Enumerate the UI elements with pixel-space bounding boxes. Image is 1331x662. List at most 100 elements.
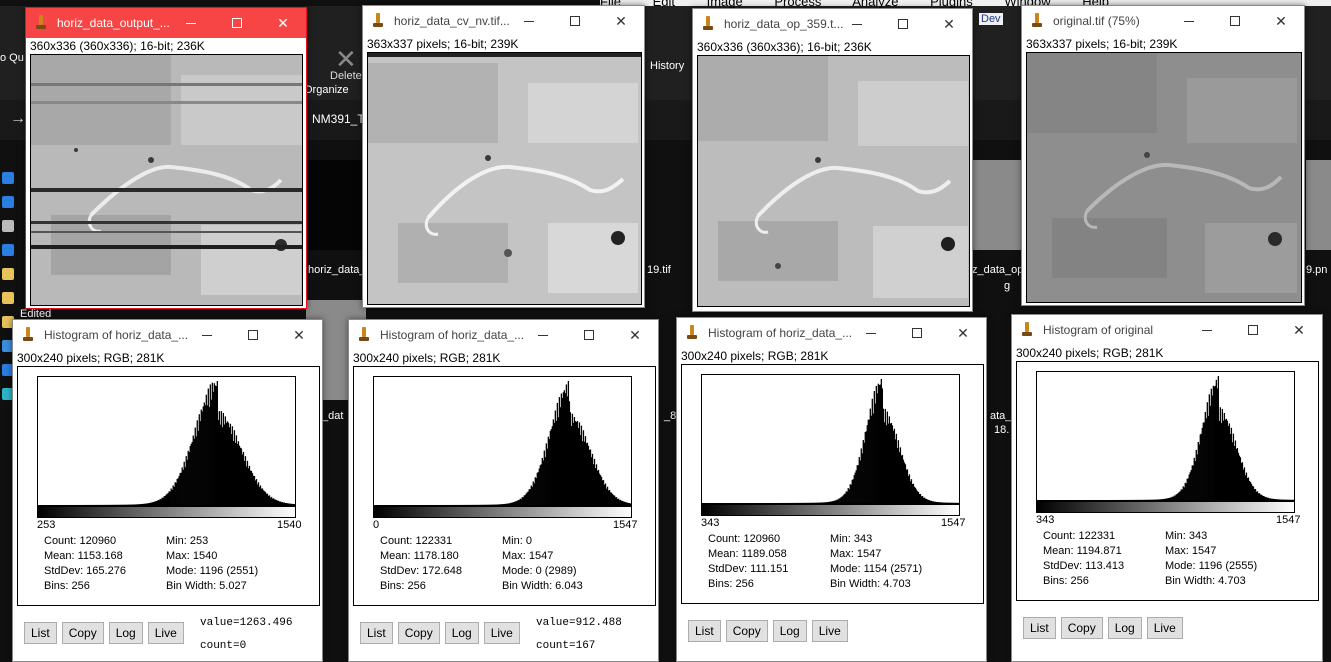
folder-icon[interactable] xyxy=(2,268,14,280)
window-titlebar[interactable]: Histogram of horiz_data_... ✕ xyxy=(677,318,986,348)
folder-icon[interactable] xyxy=(2,292,14,304)
live-button[interactable]: Live xyxy=(147,622,184,644)
file-label[interactable]: _8 xyxy=(664,410,676,422)
maximize-button[interactable] xyxy=(230,320,276,350)
minimize-button[interactable] xyxy=(848,318,894,348)
log-button[interactable]: Log xyxy=(772,620,807,642)
close-button[interactable]: ✕ xyxy=(612,320,658,350)
maximize-button[interactable] xyxy=(880,9,926,39)
close-button[interactable]: ✕ xyxy=(926,9,972,39)
close-button[interactable]: ✕ xyxy=(598,6,644,36)
live-button[interactable]: Live xyxy=(483,622,520,644)
window-titlebar[interactable]: original.tif (75%) ✕ xyxy=(1022,6,1304,36)
histogram-plot[interactable] xyxy=(701,374,960,504)
log-button[interactable]: Log xyxy=(1107,617,1142,639)
file-label[interactable]: 18. xyxy=(994,424,1009,436)
file-thumbnail[interactable] xyxy=(1306,160,1331,250)
window-titlebar[interactable]: horiz_data_cv_nv.tif... ✕ xyxy=(363,6,644,36)
forward-arrow-icon[interactable]: → xyxy=(10,110,26,128)
minimize-button[interactable] xyxy=(834,9,880,39)
minimize-button[interactable] xyxy=(1166,6,1212,36)
stat-mean: Mean: 1189.058 xyxy=(708,548,787,560)
menu-edit[interactable]: Edit xyxy=(653,0,675,9)
window-titlebar[interactable]: Histogram of horiz_data_... ✕ xyxy=(349,320,658,350)
image-window[interactable]: horiz_data_cv_nv.tif... ✕ 363x337 pixels… xyxy=(362,5,645,308)
delete-button[interactable]: ✕ Delete xyxy=(330,46,362,82)
address-path[interactable]: NM391_T xyxy=(312,112,365,126)
log-button[interactable]: Log xyxy=(444,622,479,644)
copy-button[interactable]: Copy xyxy=(397,622,440,644)
document-icon[interactable] xyxy=(2,220,14,232)
maximize-button[interactable] xyxy=(552,6,598,36)
list-button[interactable]: List xyxy=(360,622,393,644)
copy-button[interactable]: Copy xyxy=(1060,617,1103,639)
folder-icon[interactable] xyxy=(2,172,14,184)
dev-button[interactable]: Dev xyxy=(979,13,1003,25)
stat-count: Count: 120960 xyxy=(708,533,781,545)
maximize-button[interactable] xyxy=(1212,6,1258,36)
file-label[interactable]: ata_ xyxy=(990,410,1011,422)
maximize-button[interactable] xyxy=(214,8,260,38)
histogram-window[interactable]: Histogram of horiz_data_... ✕ 300x240 pi… xyxy=(676,317,987,662)
window-title: Histogram of original xyxy=(1043,323,1154,337)
download-icon[interactable] xyxy=(2,196,14,208)
file-thumbnail[interactable] xyxy=(306,160,366,250)
histogram-bars-group xyxy=(46,381,295,505)
file-label[interactable]: _dat xyxy=(322,410,343,422)
maximize-button[interactable] xyxy=(566,320,612,350)
image-window[interactable]: original.tif (75%) ✕ 363x337 pixels; 16-… xyxy=(1021,5,1305,306)
history-button[interactable]: History xyxy=(650,60,684,72)
close-button[interactable]: ✕ xyxy=(1258,6,1304,36)
window-title: horiz_data_cv_nv.tif... xyxy=(394,14,510,28)
file-label[interactable]: 19.tif xyxy=(647,264,671,276)
window-titlebar[interactable]: horiz_data_op_359.t... ✕ xyxy=(693,9,972,39)
file-thumbnail[interactable] xyxy=(972,160,1022,250)
list-button[interactable]: List xyxy=(24,622,57,644)
image-canvas[interactable] xyxy=(1026,52,1302,303)
file-label[interactable]: 9.pn xyxy=(1306,264,1327,276)
histogram-plot[interactable] xyxy=(373,376,632,506)
window-titlebar[interactable]: horiz_data_output_... ✕ xyxy=(26,8,306,38)
image-canvas[interactable] xyxy=(30,54,303,306)
log-button[interactable]: Log xyxy=(108,622,143,644)
histogram-plot[interactable] xyxy=(37,376,296,506)
live-button[interactable]: Live xyxy=(811,620,848,642)
list-button[interactable]: List xyxy=(1023,617,1056,639)
histogram-buttons: List Copy Log Live xyxy=(360,622,520,644)
copy-button[interactable]: Copy xyxy=(61,622,104,644)
image-canvas[interactable] xyxy=(367,52,642,305)
minimize-button[interactable] xyxy=(1184,315,1230,345)
window-title: original.tif (75%) xyxy=(1053,14,1140,28)
maximize-button[interactable] xyxy=(894,318,940,348)
window-title: Histogram of horiz_data_... xyxy=(380,328,525,342)
maximize-button[interactable] xyxy=(1230,315,1276,345)
histogram-plot[interactable] xyxy=(1036,371,1295,501)
image-window[interactable]: horiz_data_output_... ✕ 360x336 (360x336… xyxy=(25,7,307,309)
stat-bin-width: Bin Width: 4.703 xyxy=(1165,575,1246,587)
file-label[interactable]: horiz_data_ xyxy=(308,264,366,276)
stat-mode: Mode: 0 (2989) xyxy=(502,565,577,577)
copy-button[interactable]: Copy xyxy=(725,620,768,642)
file-label[interactable]: g xyxy=(1004,280,1010,292)
pictures-icon[interactable] xyxy=(2,244,14,256)
image-canvas[interactable] xyxy=(697,55,970,307)
minimize-button[interactable] xyxy=(168,8,214,38)
image-window[interactable]: horiz_data_op_359.t... ✕ 360x336 (360x33… xyxy=(692,8,973,312)
list-button[interactable]: List xyxy=(688,620,721,642)
window-titlebar[interactable]: Histogram of original ✕ xyxy=(1012,315,1322,345)
histogram-max-label: 1547 xyxy=(1276,514,1301,526)
histogram-window[interactable]: Histogram of original ✕ 300x240 pixels; … xyxy=(1011,314,1323,662)
histogram-window[interactable]: Histogram of horiz_data_... ✕ 300x240 pi… xyxy=(348,319,659,662)
live-button[interactable]: Live xyxy=(1146,617,1183,639)
quick-access-label[interactable]: o Qu ccess xyxy=(0,52,26,64)
minimize-button[interactable] xyxy=(520,320,566,350)
close-button[interactable]: ✕ xyxy=(276,320,322,350)
file-label[interactable]: z_data_op xyxy=(972,264,1023,276)
close-button[interactable]: ✕ xyxy=(940,318,986,348)
close-button[interactable]: ✕ xyxy=(1276,315,1322,345)
close-button[interactable]: ✕ xyxy=(260,8,306,38)
minimize-button[interactable] xyxy=(506,6,552,36)
minimize-button[interactable] xyxy=(184,320,230,350)
histogram-window[interactable]: Histogram of horiz_data_... ✕ 300x240 pi… xyxy=(12,319,323,662)
window-titlebar[interactable]: Histogram of horiz_data_... ✕ xyxy=(13,320,322,350)
